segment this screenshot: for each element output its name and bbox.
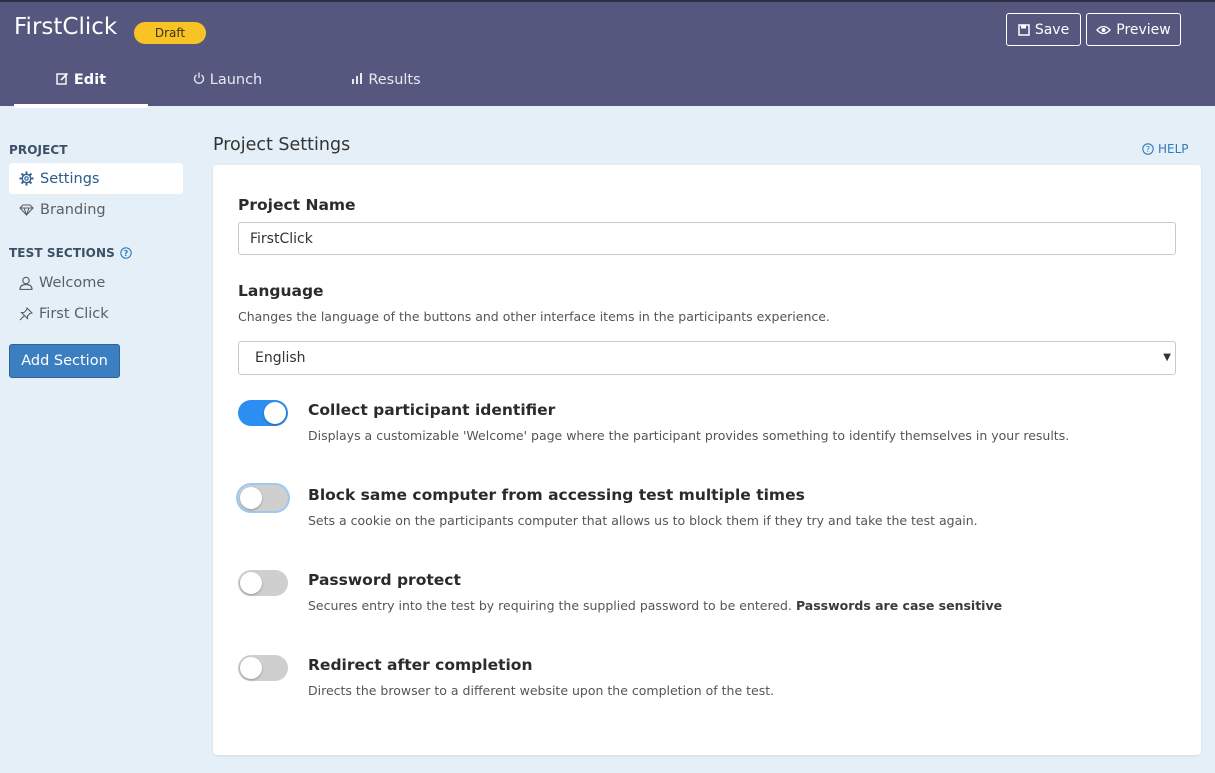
sidebar-item-welcome[interactable]: Welcome <box>9 267 183 298</box>
top-header: FirstClick Draft Save Preview Edit Launc… <box>0 0 1215 108</box>
tab-launch[interactable]: Launch <box>170 72 285 108</box>
tab-results-label: Results <box>368 72 421 88</box>
svg-text:?: ? <box>1146 145 1150 154</box>
app-title: FirstClick <box>14 14 118 40</box>
save-label: Save <box>1034 21 1070 38</box>
page-title: Project Settings <box>213 135 351 155</box>
edit-icon <box>56 72 69 85</box>
block-computer-description: Sets a cookie on the participants comput… <box>308 513 978 528</box>
redirect-toggle[interactable] <box>238 655 288 681</box>
sections-heading-label: TEST SECTIONS <box>9 246 115 260</box>
user-icon <box>19 276 33 290</box>
language-selected-value: English <box>255 350 306 366</box>
password-protect-toggle[interactable] <box>238 570 288 596</box>
project-name-label: Project Name <box>238 196 356 214</box>
preview-label: Preview <box>1116 21 1171 38</box>
sidebar-item-label: Branding <box>40 201 106 218</box>
svg-text:?: ? <box>124 249 129 258</box>
collect-identifier-toggle[interactable] <box>238 400 288 426</box>
floppy-disk-icon <box>1018 23 1030 36</box>
eye-icon <box>1096 25 1112 35</box>
sidebar-item-settings[interactable]: Settings <box>9 163 183 194</box>
toggle-knob <box>240 487 262 509</box>
redirect-title: Redirect after completion <box>308 656 533 674</box>
tab-launch-label: Launch <box>209 72 263 88</box>
password-case-sensitive-note: Passwords are case sensitive <box>795 598 1003 613</box>
sidebar-heading-project: PROJECT <box>9 143 68 157</box>
caret-down-icon: ▼ <box>1163 352 1171 363</box>
toggle-knob <box>264 402 286 424</box>
sidebar-item-label: First Click <box>39 305 109 322</box>
preview-button[interactable]: Preview <box>1086 13 1181 46</box>
tab-edit[interactable]: Edit <box>14 72 148 108</box>
diamond-icon <box>19 203 34 216</box>
sidebar-item-label: Welcome <box>39 274 106 291</box>
pin-icon <box>19 306 33 321</box>
collect-identifier-title: Collect participant identifier <box>308 401 556 419</box>
collect-identifier-description: Displays a customizable 'Welcome' page w… <box>308 428 1070 443</box>
sidebar-item-branding[interactable]: Branding <box>9 194 183 225</box>
tab-edit-label: Edit <box>73 72 107 88</box>
project-name-input[interactable] <box>238 222 1176 255</box>
password-protect-description-text: Secures entry into the test by requiring… <box>308 598 792 613</box>
language-help-text: Changes the language of the buttons and … <box>238 309 830 324</box>
power-icon <box>193 72 205 84</box>
block-computer-title: Block same computer from accessing test … <box>308 486 805 504</box>
redirect-description: Directs the browser to a different websi… <box>308 683 775 698</box>
help-circle-icon: ? <box>1142 143 1154 155</box>
sidebar-item-first-click[interactable]: First Click <box>9 298 183 329</box>
add-section-button[interactable]: Add Section <box>9 344 120 378</box>
save-button[interactable]: Save <box>1006 13 1081 46</box>
toggle-knob <box>240 572 262 594</box>
sidebar-heading-test-sections: TEST SECTIONS ? <box>9 246 132 260</box>
help-link[interactable]: ? HELP <box>1142 142 1189 156</box>
password-protect-title: Password protect <box>308 571 461 589</box>
language-label: Language <box>238 282 324 300</box>
block-computer-toggle[interactable] <box>238 485 288 511</box>
help-label: HELP <box>1158 142 1189 156</box>
bar-chart-icon <box>351 72 363 84</box>
toggle-knob <box>240 657 262 679</box>
tab-results[interactable]: Results <box>336 72 436 108</box>
gear-icon <box>19 171 34 186</box>
language-select[interactable]: English ▼ <box>238 341 1176 375</box>
help-circle-icon[interactable]: ? <box>120 247 132 259</box>
sidebar-item-label: Settings <box>40 170 100 187</box>
password-protect-description: Secures entry into the test by requiring… <box>308 598 1002 613</box>
status-badge: Draft <box>134 22 206 44</box>
